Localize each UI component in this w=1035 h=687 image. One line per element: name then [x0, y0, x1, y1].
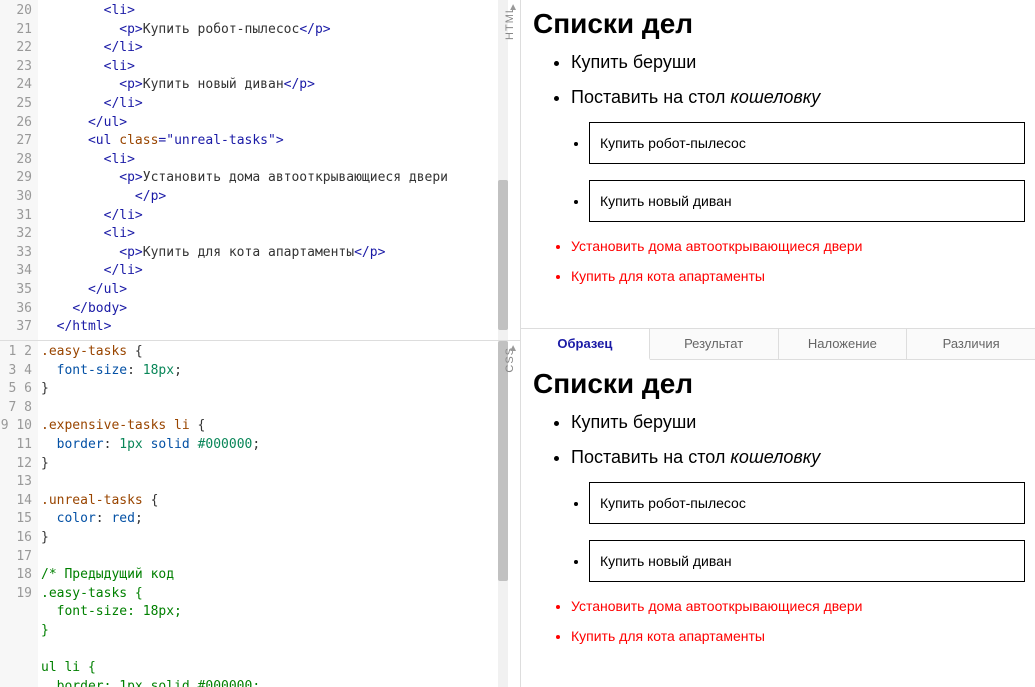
chevron-up-icon[interactable]: ▲	[508, 343, 518, 354]
html-editor[interactable]: 20 21 22 23 24 25 26 27 28 29 30 31 32 3…	[0, 0, 520, 341]
list-item: Купить беруши	[571, 52, 1025, 73]
list-item-text: Поставить на стол	[571, 87, 730, 107]
css-line-gutter: 1 2 3 4 5 6 7 8 9 10 11 12 13 14 15 16 1…	[0, 341, 38, 687]
list-item: Поставить на стол кошеловку	[571, 87, 1025, 108]
preview-column: Списки дел Купить беруши Поставить на ст…	[521, 0, 1035, 687]
list-item-text: Поставить на стол	[571, 447, 730, 467]
easy-tasks-list: Купить беруши Поставить на стол кошеловк…	[533, 52, 1025, 108]
list-item: Поставить на стол кошеловку	[571, 447, 1025, 468]
list-item: Купить для кота апартаменты	[571, 268, 1025, 284]
expensive-tasks-list: Купить робот-пылесос Купить новый диван	[533, 482, 1025, 582]
css-scrollbar-track[interactable]	[498, 341, 508, 687]
list-item: Купить новый диван	[589, 180, 1025, 222]
html-scrollbar-thumb[interactable]	[498, 180, 508, 330]
list-item: Купить беруши	[571, 412, 1025, 433]
editors-column: 20 21 22 23 24 25 26 27 28 29 30 31 32 3…	[0, 0, 521, 687]
css-code-area[interactable]: .easy-tasks { font-size: 18px; } .expens…	[38, 341, 496, 687]
list-item: Установить дома автооткрывающиеся двери	[571, 598, 1025, 614]
list-item-em: кошеловку	[730, 447, 820, 467]
css-scrollbar-thumb[interactable]	[498, 341, 508, 581]
list-item: Купить новый диван	[589, 540, 1025, 582]
html-scrollbar-track[interactable]	[498, 0, 508, 340]
html-code-area[interactable]: <li> <p>Купить робот-пылесос</p> </li> <…	[38, 0, 496, 340]
preview-heading: Списки дел	[533, 368, 1025, 400]
html-line-gutter: 20 21 22 23 24 25 26 27 28 29 30 31 32 3…	[0, 0, 38, 340]
unreal-tasks-list: Установить дома автооткрывающиеся двери …	[533, 238, 1025, 284]
list-item: Купить робот-пылесос	[589, 482, 1025, 524]
result-preview: Списки дел Купить беруши Поставить на ст…	[521, 0, 1035, 328]
tab-result[interactable]: Результат	[650, 329, 779, 359]
unreal-tasks-list: Установить дома автооткрывающиеся двери …	[533, 598, 1025, 644]
tab-sample[interactable]: Образец	[521, 329, 650, 360]
list-item: Установить дома автооткрывающиеся двери	[571, 238, 1025, 254]
easy-tasks-list: Купить беруши Поставить на стол кошеловк…	[533, 412, 1025, 468]
tab-diff[interactable]: Различия	[907, 329, 1035, 359]
sample-preview: Списки дел Купить беруши Поставить на ст…	[521, 360, 1035, 687]
preview-tabs: Образец Результат Наложение Различия	[521, 328, 1035, 360]
preview-heading: Списки дел	[533, 8, 1025, 40]
tab-overlay[interactable]: Наложение	[779, 329, 908, 359]
chevron-up-icon[interactable]: ▲	[508, 2, 518, 13]
css-editor[interactable]: 1 2 3 4 5 6 7 8 9 10 11 12 13 14 15 16 1…	[0, 341, 520, 687]
list-item-em: кошеловку	[730, 87, 820, 107]
list-item: Купить робот-пылесос	[589, 122, 1025, 164]
list-item: Купить для кота апартаменты	[571, 628, 1025, 644]
expensive-tasks-list: Купить робот-пылесос Купить новый диван	[533, 122, 1025, 222]
